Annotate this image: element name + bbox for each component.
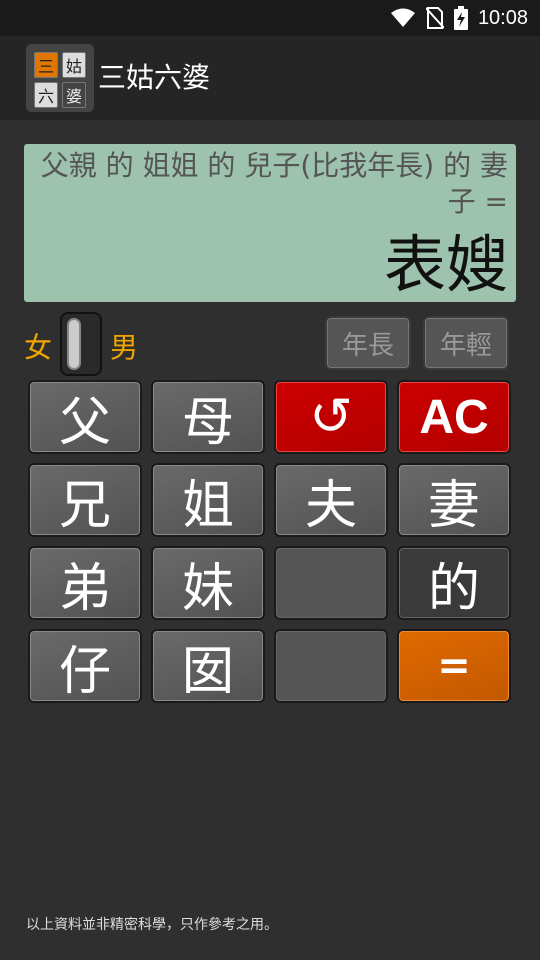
- expression-text: 父親 的 姐姐 的 兒子(比我年長) 的 妻子 =: [40, 149, 508, 218]
- status-time: 10:08: [477, 6, 528, 29]
- key-wife[interactable]: 妻: [397, 463, 511, 537]
- key-mother[interactable]: 母: [151, 380, 265, 454]
- male-label: 男: [110, 331, 139, 364]
- status-bar: 10:08: [0, 0, 540, 36]
- key-son[interactable]: 仔: [28, 629, 142, 703]
- result-text: 表嫂: [383, 228, 508, 301]
- logo-char: 六: [34, 82, 58, 108]
- result-display: 父親 的 姐姐 的 兒子(比我年長) 的 妻子 = 表嫂: [24, 144, 516, 302]
- key-older-brother[interactable]: 兄: [28, 463, 142, 537]
- undo-icon: ↺: [309, 387, 353, 447]
- key-daughter[interactable]: 囡: [151, 629, 265, 703]
- key-father[interactable]: 父: [28, 380, 142, 454]
- elder-button[interactable]: 年長: [325, 316, 411, 370]
- key-blank: [274, 546, 388, 620]
- equals-button[interactable]: =: [397, 629, 511, 703]
- disclaimer-text: 以上資料並非精密科學，只作參考之用。: [26, 917, 278, 933]
- app-bar: 三 姑 六 婆 三姑六婆: [0, 36, 540, 120]
- gender-age-row: 女 男 年長 年輕: [0, 310, 540, 378]
- key-blank: [274, 629, 388, 703]
- battery-charging-icon: [453, 6, 468, 30]
- gender-toggle-knob[interactable]: [67, 318, 81, 370]
- female-label: 女: [24, 331, 53, 364]
- key-of[interactable]: 的: [397, 546, 511, 620]
- younger-button[interactable]: 年輕: [423, 316, 509, 370]
- undo-button[interactable]: ↺: [274, 380, 388, 454]
- logo-char: 三: [34, 52, 58, 78]
- gender-toggle[interactable]: [60, 312, 102, 376]
- logo-char: 姑: [62, 52, 86, 78]
- key-younger-sister[interactable]: 妹: [151, 546, 265, 620]
- app-title: 三姑六婆: [98, 61, 211, 94]
- key-husband[interactable]: 夫: [274, 463, 388, 537]
- app-logo: 三 姑 六 婆: [26, 44, 94, 112]
- key-younger-brother[interactable]: 弟: [28, 546, 142, 620]
- no-sim-icon: [425, 7, 444, 29]
- status-icons: 10:08: [390, 0, 528, 36]
- wifi-icon: [390, 8, 415, 27]
- key-older-sister[interactable]: 姐: [151, 463, 265, 537]
- clear-button[interactable]: AC: [397, 380, 511, 454]
- logo-char: 婆: [62, 82, 86, 108]
